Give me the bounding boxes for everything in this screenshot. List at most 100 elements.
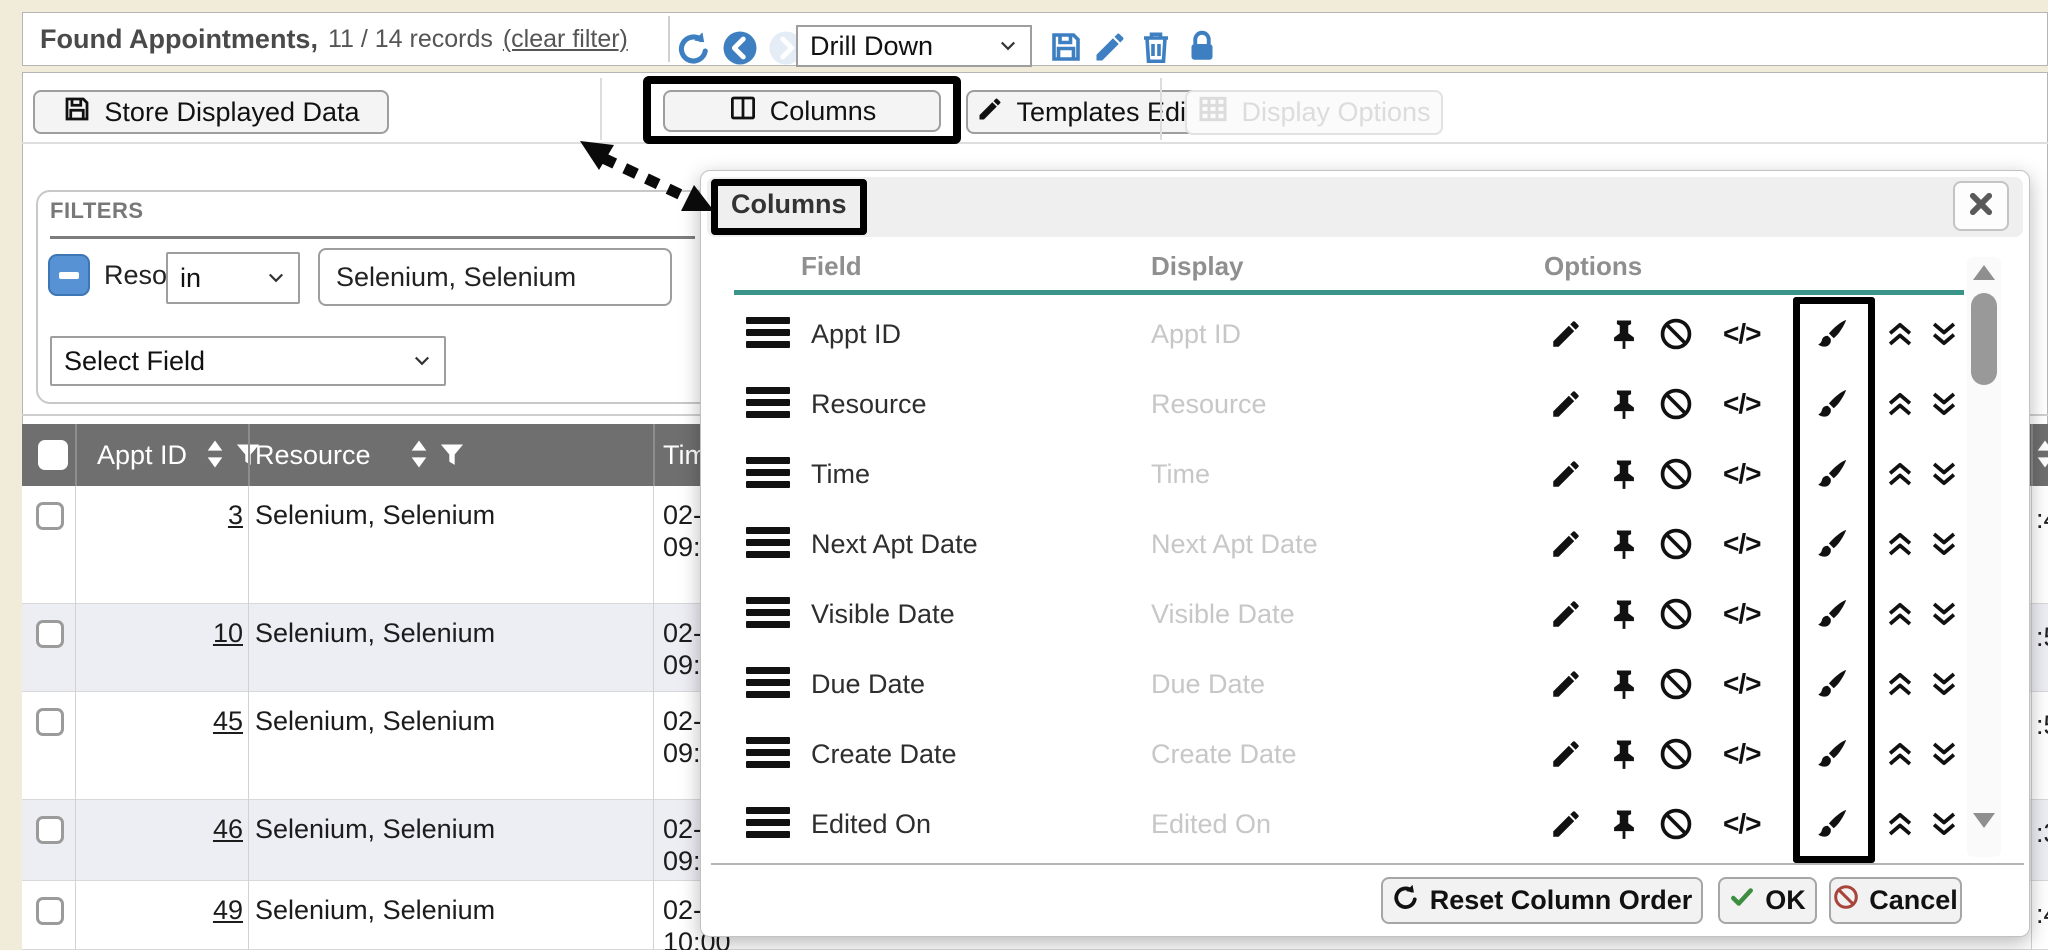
ok-button[interactable]: OK	[1718, 877, 1817, 924]
row-checkbox[interactable]	[36, 620, 64, 648]
appt-id-link[interactable]: 45	[75, 706, 243, 737]
select-field-dropdown[interactable]: Select Field	[50, 336, 446, 386]
edit-view-icon[interactable]	[1092, 29, 1128, 65]
brush-icon[interactable]	[1815, 807, 1849, 841]
brush-icon[interactable]	[1815, 317, 1849, 351]
undo-icon[interactable]	[676, 30, 712, 66]
appt-id-link[interactable]: 3	[75, 500, 243, 531]
hide-column-icon[interactable]	[1659, 597, 1693, 631]
brush-icon[interactable]	[1815, 457, 1849, 491]
drag-handle-icon[interactable]	[746, 527, 790, 563]
sort-icon[interactable]	[2036, 439, 2048, 474]
edit-column-icon[interactable]	[1549, 597, 1583, 631]
column-header-resource[interactable]: Resource	[255, 424, 371, 486]
edit-column-icon[interactable]	[1549, 457, 1583, 491]
lock-view-icon[interactable]	[1184, 29, 1220, 65]
edit-column-icon[interactable]	[1549, 527, 1583, 561]
edit-column-icon[interactable]	[1549, 737, 1583, 771]
scrollbar-thumb[interactable]	[1971, 293, 1997, 385]
drag-handle-icon[interactable]	[746, 667, 790, 703]
move-down-icon[interactable]	[1927, 667, 1961, 701]
hide-column-icon[interactable]	[1659, 667, 1693, 701]
select-all-checkbox[interactable]	[38, 440, 68, 470]
code-icon[interactable]: </>	[1723, 369, 1760, 439]
hide-column-icon[interactable]	[1659, 317, 1693, 351]
brush-icon[interactable]	[1815, 387, 1849, 421]
move-up-icon[interactable]	[1883, 387, 1917, 421]
brush-icon[interactable]	[1815, 737, 1849, 771]
pin-column-icon[interactable]	[1607, 527, 1641, 561]
move-up-icon[interactable]	[1883, 667, 1917, 701]
pin-column-icon[interactable]	[1607, 737, 1641, 771]
row-checkbox[interactable]	[36, 897, 64, 925]
clear-filter-link[interactable]: (clear filter)	[503, 25, 628, 54]
filter-value-input[interactable]	[318, 248, 672, 306]
code-icon[interactable]: </>	[1723, 579, 1760, 649]
drag-handle-icon[interactable]	[746, 387, 790, 423]
brush-icon[interactable]	[1815, 667, 1849, 701]
dialog-scrollbar[interactable]	[1967, 257, 2001, 857]
pin-column-icon[interactable]	[1607, 317, 1641, 351]
move-up-icon[interactable]	[1883, 527, 1917, 561]
scroll-up-icon[interactable]	[1973, 265, 1995, 280]
move-up-icon[interactable]	[1883, 457, 1917, 491]
code-icon[interactable]: </>	[1723, 439, 1760, 509]
move-down-icon[interactable]	[1927, 317, 1961, 351]
filter-operator-select[interactable]: in	[166, 252, 300, 304]
move-up-icon[interactable]	[1883, 807, 1917, 841]
appt-id-link[interactable]: 10	[75, 618, 243, 649]
move-down-icon[interactable]	[1927, 597, 1961, 631]
pin-column-icon[interactable]	[1607, 807, 1641, 841]
code-icon[interactable]: </>	[1723, 299, 1760, 369]
delete-view-icon[interactable]	[1138, 29, 1174, 65]
edit-column-icon[interactable]	[1549, 387, 1583, 421]
move-up-icon[interactable]	[1883, 317, 1917, 351]
pin-column-icon[interactable]	[1607, 387, 1641, 421]
sort-icon[interactable]	[206, 439, 224, 474]
column-header-appt-id[interactable]: Appt ID	[97, 424, 187, 486]
move-down-icon[interactable]	[1927, 457, 1961, 491]
hide-column-icon[interactable]	[1659, 527, 1693, 561]
drag-handle-icon[interactable]	[746, 457, 790, 493]
save-view-icon[interactable]	[1048, 29, 1084, 65]
drag-handle-icon[interactable]	[746, 737, 790, 773]
drag-handle-icon[interactable]	[746, 317, 790, 353]
store-displayed-data-button[interactable]: Store Displayed Data	[33, 90, 389, 134]
edit-column-icon[interactable]	[1549, 667, 1583, 701]
appt-id-link[interactable]: 46	[75, 814, 243, 845]
code-icon[interactable]: </>	[1723, 719, 1760, 789]
brush-icon[interactable]	[1815, 527, 1849, 561]
pin-column-icon[interactable]	[1607, 457, 1641, 491]
scroll-down-icon[interactable]	[1973, 813, 1995, 828]
reset-column-order-button[interactable]: Reset Column Order	[1381, 877, 1703, 924]
brush-icon[interactable]	[1815, 597, 1849, 631]
move-down-icon[interactable]	[1927, 387, 1961, 421]
drill-down-select[interactable]: Drill Down	[796, 25, 1032, 67]
code-icon[interactable]: </>	[1723, 649, 1760, 719]
pin-column-icon[interactable]	[1607, 597, 1641, 631]
remove-filter-button[interactable]	[48, 254, 90, 296]
row-checkbox[interactable]	[36, 708, 64, 736]
move-up-icon[interactable]	[1883, 597, 1917, 631]
drag-handle-icon[interactable]	[746, 597, 790, 633]
row-checkbox[interactable]	[36, 816, 64, 844]
back-icon[interactable]	[722, 30, 758, 66]
move-up-icon[interactable]	[1883, 737, 1917, 771]
move-down-icon[interactable]	[1927, 807, 1961, 841]
move-down-icon[interactable]	[1927, 737, 1961, 771]
sort-icon[interactable]	[410, 439, 428, 474]
hide-column-icon[interactable]	[1659, 387, 1693, 421]
appt-id-link[interactable]: 49	[75, 895, 243, 926]
hide-column-icon[interactable]	[1659, 807, 1693, 841]
filter-funnel-icon[interactable]	[438, 441, 466, 474]
row-checkbox[interactable]	[36, 502, 64, 530]
pin-column-icon[interactable]	[1607, 667, 1641, 701]
hide-column-icon[interactable]	[1659, 737, 1693, 771]
hide-column-icon[interactable]	[1659, 457, 1693, 491]
cancel-button[interactable]: Cancel	[1829, 877, 1962, 924]
close-button[interactable]	[1953, 181, 2009, 231]
code-icon[interactable]: </>	[1723, 509, 1760, 579]
code-icon[interactable]: </>	[1723, 789, 1760, 859]
columns-button[interactable]: Columns	[663, 90, 941, 132]
drag-handle-icon[interactable]	[746, 807, 790, 843]
